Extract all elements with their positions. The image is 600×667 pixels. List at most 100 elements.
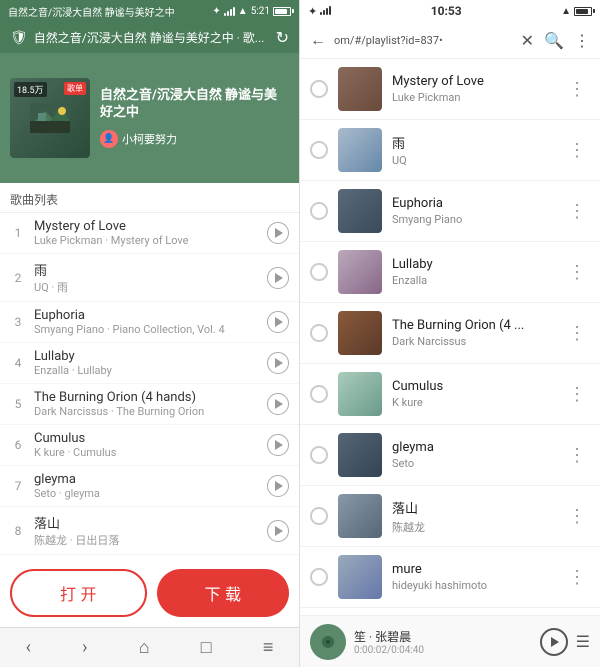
right-song-item[interactable]: 雨 UQ ⋮	[300, 120, 600, 181]
left-song-item[interactable]: 8 落山 陈越龙 · 日出日落	[0, 507, 299, 555]
close-button[interactable]: ✕	[519, 29, 536, 52]
song-play-button[interactable]	[267, 475, 289, 497]
song-radio[interactable]	[310, 568, 328, 586]
download-button[interactable]: 下 载	[157, 569, 290, 617]
right-song-item[interactable]: Mystery of Love Luke Pickman ⋮	[300, 59, 600, 120]
left-song-item[interactable]: 6 Cumulus K kure · Cumulus	[0, 425, 299, 466]
song-play-button[interactable]	[267, 520, 289, 542]
song-radio[interactable]	[310, 141, 328, 159]
song-radio[interactable]	[310, 80, 328, 98]
left-status-left: 自然之音/沉浸大自然 静谧与美好之中	[8, 4, 175, 19]
right-signal-icon	[320, 5, 331, 18]
song-artist: Luke Pickman	[392, 91, 554, 104]
song-info: Mystery of Love Luke Pickman	[392, 74, 554, 104]
song-play-button[interactable]	[267, 267, 289, 289]
song-artist: 陈越龙 · 日出日落	[34, 532, 259, 548]
song-name: mure	[392, 562, 554, 577]
right-status-left: ✦	[308, 5, 331, 18]
wifi-icon: ▲	[238, 6, 248, 17]
left-panel: 自然之音/沉浸大自然 静谧与美好之中 ✦ ▲ 5:21 🛡 自然之音/沉浸大自然…	[0, 0, 300, 667]
left-status-title: 自然之音/沉浸大自然 静谧与美好之中	[8, 4, 175, 19]
play-icon	[275, 358, 283, 368]
song-radio[interactable]	[310, 324, 328, 342]
song-thumbnail	[338, 189, 382, 233]
nav-forward[interactable]: ›	[82, 637, 87, 658]
left-header: 🛡 自然之音/沉浸大自然 静谧与美好之中 · 歌... ↻	[0, 22, 299, 53]
song-more-button[interactable]: ⋮	[564, 443, 590, 468]
song-thumbnail	[338, 128, 382, 172]
left-song-item[interactable]: 3 Euphoria Smyang Piano · Piano Collecti…	[0, 302, 299, 343]
refresh-icon[interactable]: ↻	[276, 28, 289, 47]
song-name: 落山	[34, 513, 259, 532]
more-menu-button[interactable]: ⋮	[572, 29, 592, 52]
hero-image-decoration	[30, 103, 70, 133]
right-status-icons: ▲	[561, 6, 592, 17]
now-playing-bar[interactable]: 笙 · 张碧晨 0:00:02/0:04:40 ☰	[300, 615, 600, 667]
play-icon	[275, 317, 283, 327]
song-artist: UQ · 雨	[34, 279, 259, 295]
left-songs-list: 1 Mystery of Love Luke Pickman · Mystery…	[0, 213, 299, 559]
song-play-button[interactable]	[267, 393, 289, 415]
song-more-button[interactable]: ⋮	[564, 199, 590, 224]
song-play-button[interactable]	[267, 352, 289, 374]
right-battery-icon	[574, 7, 592, 16]
song-info: 雨 UQ	[392, 133, 554, 167]
song-info: 落山 陈越龙 · 日出日落	[34, 513, 259, 548]
song-radio[interactable]	[310, 202, 328, 220]
right-song-item[interactable]: Lullaby Enzalla ⋮	[300, 242, 600, 303]
song-info: gleyma Seto · gleyma	[34, 472, 259, 500]
song-radio[interactable]	[310, 507, 328, 525]
song-info: 雨 UQ · 雨	[34, 260, 259, 295]
song-more-button[interactable]: ⋮	[564, 138, 590, 163]
song-name: 落山	[392, 498, 554, 517]
nav-home[interactable]: ⌂	[139, 637, 150, 658]
song-artist: Seto · gleyma	[34, 487, 259, 500]
search-button[interactable]: 🔍	[542, 29, 566, 52]
nav-window[interactable]: □	[201, 637, 212, 658]
right-song-item[interactable]: Euphoria Smyang Piano ⋮	[300, 181, 600, 242]
left-song-item[interactable]: 1 Mystery of Love Luke Pickman · Mystery…	[0, 213, 299, 254]
now-playing-info: 笙 · 张碧晨 0:00:02/0:04:40	[354, 628, 532, 656]
left-song-item[interactable]: 7 gleyma Seto · gleyma	[0, 466, 299, 507]
song-radio[interactable]	[310, 446, 328, 464]
right-songs-list: Mystery of Love Luke Pickman ⋮ 雨 UQ ⋮ Eu…	[300, 59, 600, 615]
song-more-button[interactable]: ⋮	[564, 382, 590, 407]
song-more-button[interactable]: ⋮	[564, 260, 590, 285]
song-radio[interactable]	[310, 263, 328, 281]
song-info: Euphoria Smyang Piano · Piano Collection…	[34, 308, 259, 336]
right-song-item[interactable]: 落山 陈越龙 ⋮	[300, 486, 600, 547]
right-song-item[interactable]: Cumulus K kure ⋮	[300, 364, 600, 425]
song-more-button[interactable]: ⋮	[564, 565, 590, 590]
hero-title: 自然之音/沉浸大自然 静谧与美好之中	[100, 88, 289, 122]
song-more-button[interactable]: ⋮	[564, 504, 590, 529]
open-button[interactable]: 打 开	[10, 569, 147, 617]
right-song-item[interactable]: mure hideyuki hashimoto ⋮	[300, 547, 600, 608]
song-play-button[interactable]	[267, 434, 289, 456]
song-name: Lullaby	[34, 349, 259, 364]
song-more-button[interactable]: ⋮	[564, 77, 590, 102]
song-radio[interactable]	[310, 385, 328, 403]
song-play-button[interactable]	[267, 222, 289, 244]
right-song-item[interactable]: gleyma Seto ⋮	[300, 425, 600, 486]
song-artist: UQ	[392, 154, 554, 167]
left-song-item[interactable]: 2 雨 UQ · 雨	[0, 254, 299, 302]
song-name: gleyma	[392, 440, 554, 455]
hero-thumbnail: 18.5万 歌单	[10, 78, 90, 158]
song-more-button[interactable]: ⋮	[564, 321, 590, 346]
nav-back[interactable]: ‹	[26, 637, 31, 658]
play-pause-button[interactable]	[540, 628, 568, 656]
back-button[interactable]: ←	[308, 28, 328, 52]
song-name: The Burning Orion (4 hands)	[34, 390, 259, 405]
song-thumbnail	[338, 311, 382, 355]
playlist-button[interactable]: ☰	[576, 632, 590, 651]
right-song-item[interactable]: The Burning Orion (4 ... Dark Narcissus …	[300, 303, 600, 364]
nav-menu[interactable]: ≡	[263, 637, 274, 658]
song-name: Euphoria	[392, 196, 554, 211]
left-song-item[interactable]: 4 Lullaby Enzalla · Lullaby	[0, 343, 299, 384]
song-info: gleyma Seto	[392, 440, 554, 470]
now-playing-progress: 0:00:02/0:04:40	[354, 645, 532, 656]
left-song-item[interactable]: 5 The Burning Orion (4 hands) Dark Narci…	[0, 384, 299, 425]
song-play-button[interactable]	[267, 311, 289, 333]
left-hero: 18.5万 歌单 自然之音/沉浸大自然 静谧与美好之中 👤 小柯要努力	[0, 53, 299, 183]
song-artist: hideyuki hashimoto	[392, 579, 554, 592]
